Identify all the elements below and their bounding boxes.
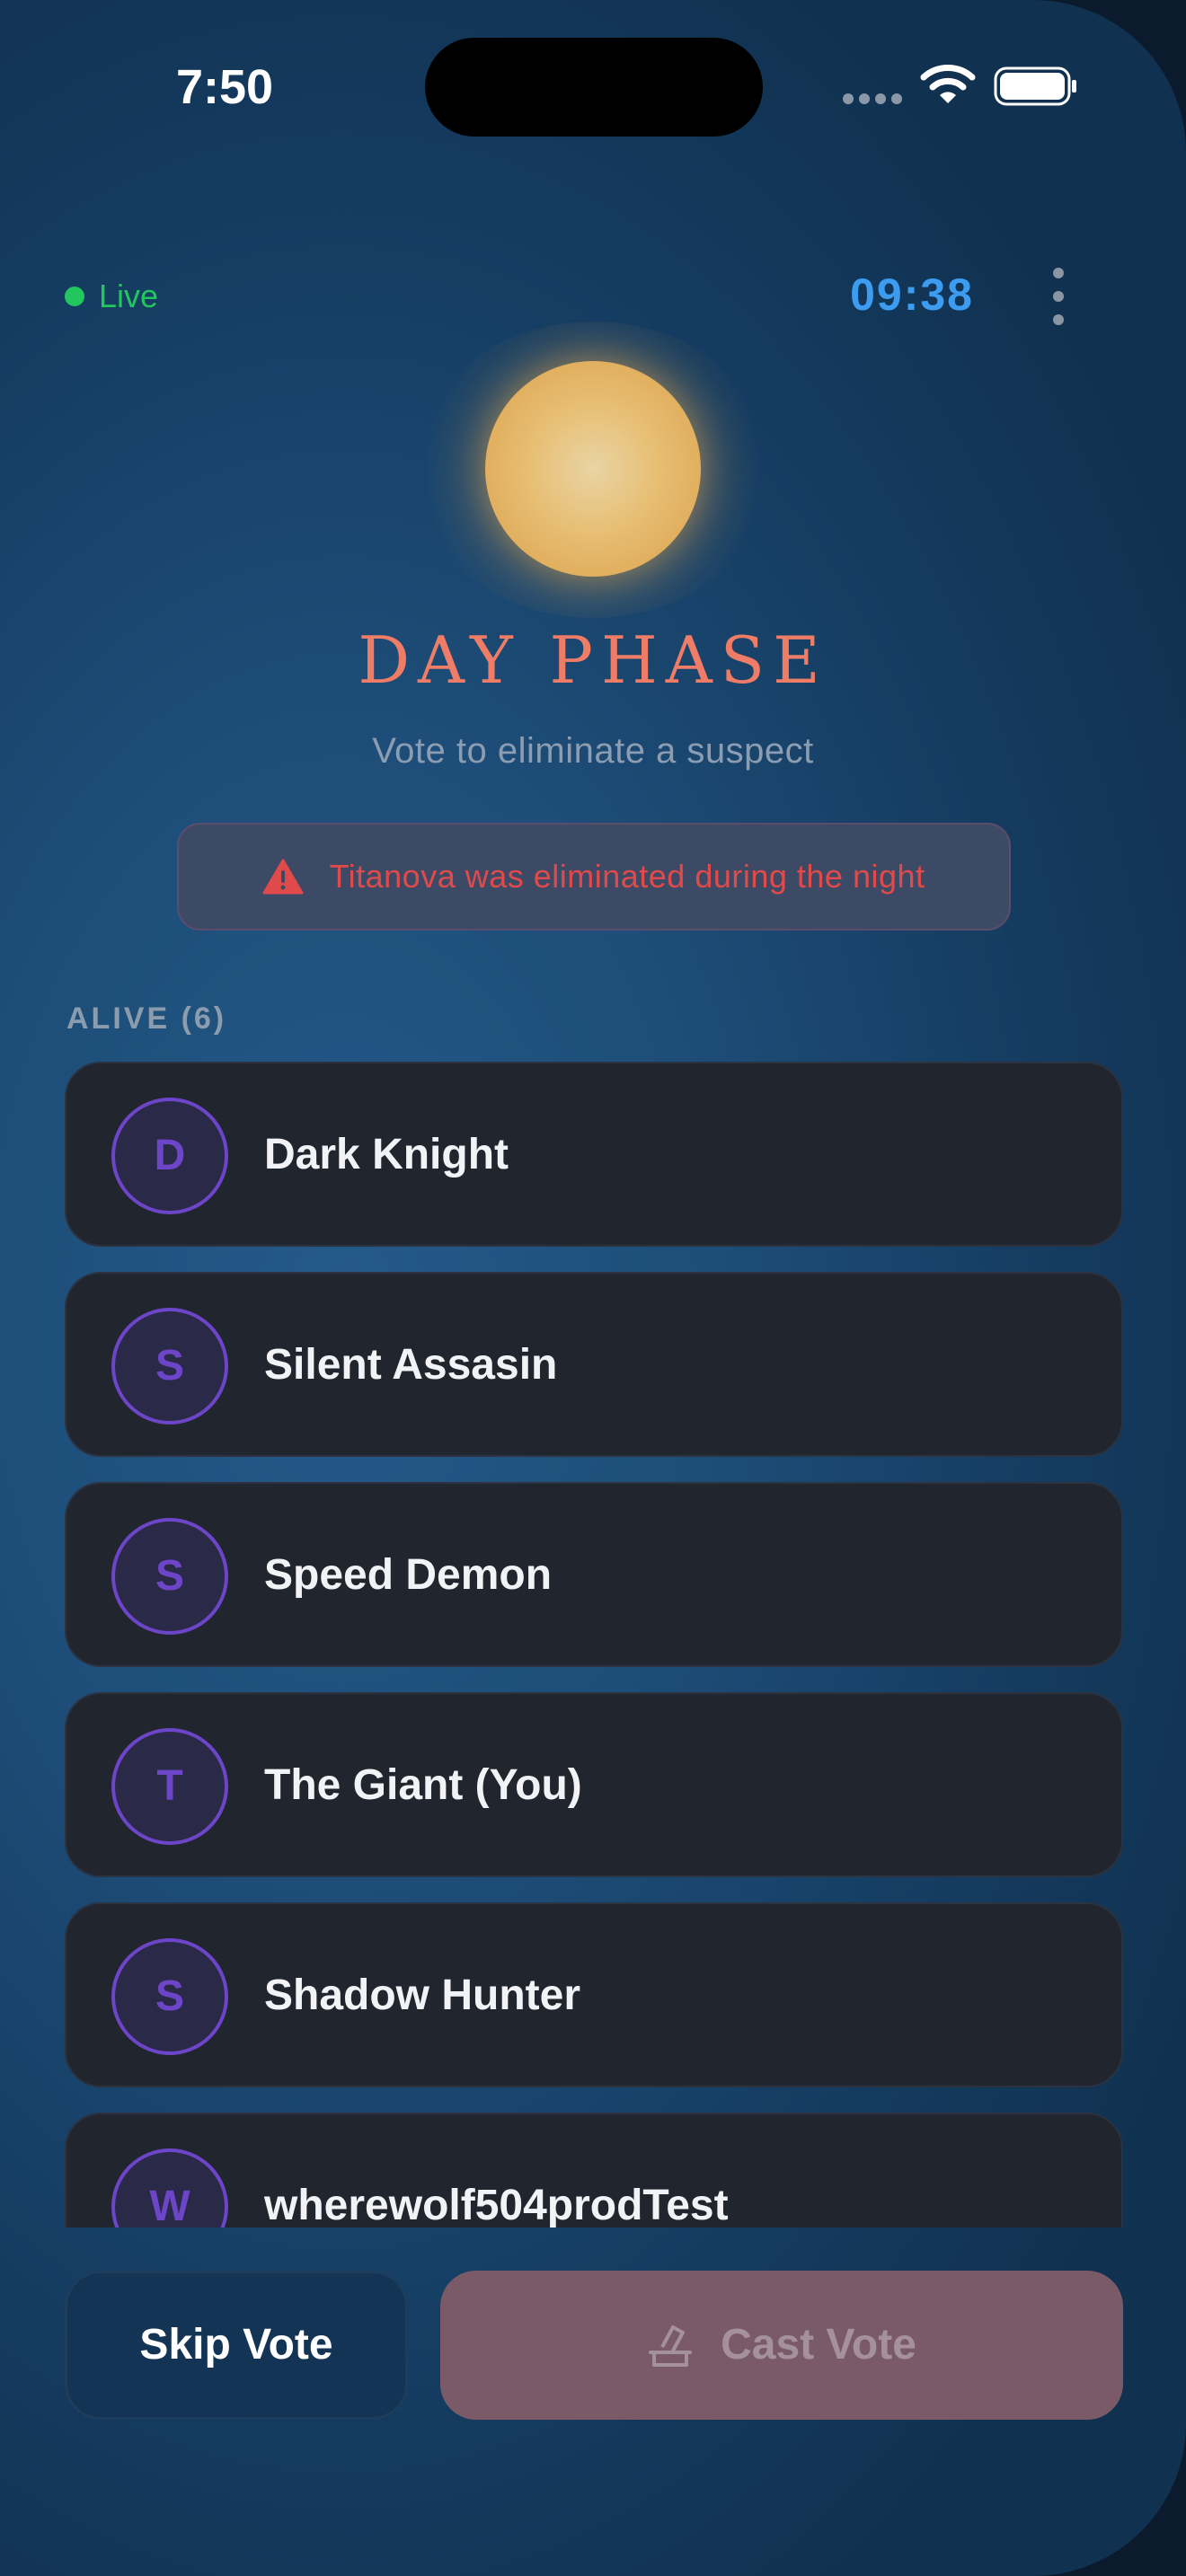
phase-timer: 09:38 (850, 269, 974, 320)
avatar: W (111, 2148, 228, 2228)
avatar: D (111, 1098, 228, 1214)
status-bar: 7:50 (0, 0, 1186, 180)
more-options-button[interactable] (1042, 268, 1075, 325)
game-screen: 7:50 Live 09:38 DAY PHASE Vote to elimin… (0, 0, 1186, 2576)
player-name: Dark Knight (264, 1131, 509, 1178)
player-name: The Giant (You) (264, 1761, 582, 1809)
live-label: Live (99, 278, 159, 314)
live-dot-icon (65, 287, 84, 306)
ballot-box-icon (649, 2325, 693, 2367)
alive-section-label: ALIVE (6) (66, 1001, 227, 1036)
player-name: Shadow Hunter (264, 1972, 581, 2019)
warning-icon (262, 859, 304, 895)
player-name: Speed Demon (264, 1551, 553, 1599)
player-card[interactable]: D Dark Knight (65, 1062, 1123, 1247)
player-name: Silent Assasin (264, 1341, 558, 1389)
avatar: T (111, 1728, 228, 1845)
status-time: 7:50 (175, 60, 274, 114)
wifi-icon (920, 65, 976, 103)
player-name: wherewolf504prodTest (264, 2182, 729, 2228)
battery-icon (994, 66, 1076, 106)
player-list[interactable]: D Dark Knight S Silent Assasin S Speed D… (65, 1062, 1125, 2228)
avatar: S (111, 1518, 228, 1635)
cast-vote-label: Cast Vote (721, 2321, 916, 2369)
cellular-signal-icon (843, 93, 904, 106)
phase-title: DAY PHASE (358, 622, 828, 698)
player-card[interactable]: S Speed Demon (65, 1482, 1123, 1667)
cast-vote-button[interactable]: Cast Vote (440, 2271, 1123, 2420)
alert-message: Titanova was eliminated during the night (329, 858, 925, 895)
player-card[interactable]: T The Giant (You) (65, 1692, 1123, 1877)
player-card[interactable]: S Shadow Hunter (65, 1902, 1123, 2087)
player-card[interactable]: S Silent Assasin (65, 1272, 1123, 1457)
live-indicator: Live (65, 278, 158, 314)
skip-vote-button[interactable]: Skip Vote (65, 2271, 408, 2420)
dynamic-island (425, 38, 763, 137)
more-vertical-icon (1053, 268, 1064, 278)
avatar: S (111, 1938, 228, 2055)
sun-icon (485, 361, 701, 577)
phase-subtitle: Vote to eliminate a suspect (372, 731, 814, 771)
player-card[interactable]: W wherewolf504prodTest (65, 2113, 1123, 2228)
avatar: S (111, 1308, 228, 1425)
elimination-alert: Titanova was eliminated during the night (177, 823, 1011, 931)
